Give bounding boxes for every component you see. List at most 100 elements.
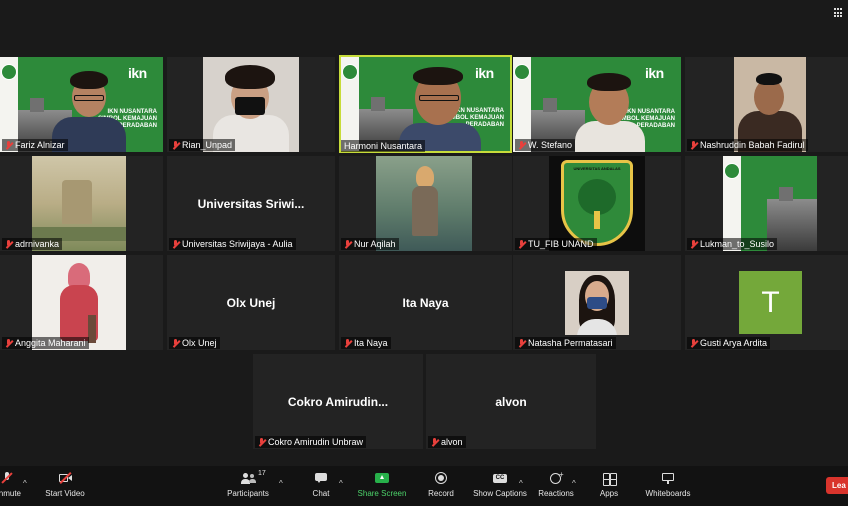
participant-label: Cokro Amirudin Unbraw — [255, 436, 367, 448]
apps-icon — [602, 472, 617, 486]
participant-tile-adrnivanka[interactable]: adrnivanka — [0, 156, 163, 251]
video-feed: ikn IKN NUSANTARA SIMBOL KEMAJUAN PERADABA… — [341, 57, 510, 151]
captions-icon: CC — [493, 472, 507, 484]
apps-button[interactable]: Apps — [596, 472, 622, 498]
video-feed — [565, 271, 629, 335]
unmute-button[interactable]: Unmute — [0, 472, 22, 498]
reactions-icon: + — [549, 470, 564, 484]
participant-label: Fariz Alnizar — [2, 139, 68, 151]
show-captions-label: Show Captions — [473, 489, 527, 498]
participant-label: Universitas Sriwijaya - Aulia — [169, 238, 296, 250]
participant-label: TU_FIB UNAND — [515, 238, 597, 250]
ikn-logo: ikn — [645, 65, 664, 81]
ikn-seal-icon — [514, 64, 530, 80]
mic-muted-icon — [344, 338, 351, 348]
whiteboards-label: Whiteboards — [645, 489, 691, 498]
mic-muted-icon — [258, 437, 265, 447]
participant-display-name: Cokro Amirudin... — [287, 394, 389, 409]
share-screen-icon — [375, 472, 389, 484]
participant-tile-lukman[interactable]: Lukman_to_Susilo — [685, 156, 848, 251]
reactions-button[interactable]: + Reactions — [536, 470, 576, 498]
participant-tile-cokro-amirudin[interactable]: Cokro Amirudin... Cokro Amirudin Unbraw — [253, 354, 423, 449]
view-grid-icon[interactable] — [834, 8, 844, 18]
participants-count: 17 — [258, 470, 266, 477]
participant-tile-universitas-sriwijaya[interactable]: Universitas Sriwi... Universitas Sriwija… — [167, 156, 335, 251]
mic-muted-icon — [690, 239, 697, 249]
record-button[interactable]: Record — [424, 472, 458, 498]
participant-tile-nur-aqilah[interactable]: Nur Aqilah — [339, 156, 512, 251]
participant-label: Anggita Maharani — [2, 337, 89, 349]
ikn-seal-icon — [1, 64, 17, 80]
participant-label: alvon — [428, 436, 466, 448]
start-video-label: Start Video — [45, 489, 85, 498]
unmute-label: Unmute — [0, 489, 21, 498]
participant-label: Rian_Unpad — [169, 139, 236, 151]
participant-tile-olx-unej[interactable]: Olx Unej Olx Unej — [167, 255, 335, 350]
video-feed: ikn IKN NUSANTARA SIMBOL KEMAJUAN PERADABA… — [0, 57, 163, 152]
slide-sidebar — [341, 57, 359, 151]
profile-picture — [376, 156, 472, 251]
avatar: T — [739, 271, 802, 334]
chat-options-caret-icon[interactable]: ^ — [339, 479, 343, 488]
mic-muted-icon — [431, 437, 438, 447]
participant-tile-harmoni-nusantara[interactable]: ikn IKN NUSANTARA SIMBOL KEMAJUAN PERADABA… — [339, 55, 512, 153]
participant-label: W. Stefano — [515, 139, 576, 151]
meeting-toolbar: Unmute ^ Start Video Participants 17 ^ C… — [0, 466, 848, 506]
share-screen-button[interactable]: Share Screen — [357, 472, 407, 498]
video-feed: ikn IKN NUSANTARA SIMBOL KEMAJUAN PERADABA… — [513, 57, 681, 152]
start-video-button[interactable]: Start Video — [44, 471, 86, 498]
leave-button[interactable]: Lea — [826, 477, 848, 494]
mic-muted-icon — [5, 338, 12, 348]
slide-sidebar — [513, 57, 531, 152]
participant-figure — [573, 273, 621, 335]
participant-label: Nashruddin Babah Fadirul — [687, 139, 808, 151]
apps-label: Apps — [599, 489, 619, 498]
participant-tile-ita-naya[interactable]: Ita Naya Ita Naya — [339, 255, 512, 350]
reactions-label: Reactions — [538, 489, 574, 498]
profile-picture — [32, 255, 126, 350]
mic-muted-icon — [5, 239, 12, 249]
participant-label: Olx Unej — [169, 337, 220, 349]
participant-display-name: alvon — [495, 394, 527, 409]
mic-muted-icon — [690, 338, 697, 348]
participant-label: Natasha Permatasari — [515, 337, 616, 349]
chat-icon — [314, 472, 328, 484]
mic-muted-icon — [172, 338, 179, 348]
ikn-seal-icon — [342, 64, 358, 80]
participant-label: Gusti Arya Ardita — [687, 337, 771, 349]
mic-muted-icon — [518, 239, 525, 249]
participant-figure — [410, 166, 440, 251]
mic-muted-icon — [5, 140, 12, 150]
mic-muted-icon — [172, 140, 179, 150]
record-label: Record — [428, 489, 454, 498]
participant-tile-w-stefano[interactable]: ikn IKN NUSANTARA SIMBOL KEMAJUAN PERADABA… — [513, 57, 681, 152]
participant-tile-alvon[interactable]: alvon alvon — [426, 354, 596, 449]
profile-picture: UNIVERSITAS ANDALAS — [549, 156, 645, 251]
mic-muted-icon — [172, 239, 179, 249]
participant-figure — [575, 73, 645, 152]
slide-sidebar — [0, 57, 18, 152]
participant-tile-fariz-alnizar[interactable]: ikn IKN NUSANTARA SIMBOL KEMAJUAN PERADABA… — [0, 57, 163, 152]
participant-tile-rian-unpad[interactable]: Rian_Unpad — [167, 57, 335, 152]
participant-label: Harmoni Nusantara — [341, 140, 426, 152]
video-off-icon — [58, 471, 72, 485]
chat-button[interactable]: Chat — [306, 472, 336, 498]
audio-options-caret-icon[interactable]: ^ — [23, 479, 27, 488]
participants-options-caret-icon[interactable]: ^ — [279, 479, 283, 488]
captions-options-caret-icon[interactable]: ^ — [519, 479, 523, 488]
video-feed — [203, 57, 299, 152]
slide-sidebar — [723, 156, 741, 251]
participant-figure — [397, 65, 483, 151]
chat-label: Chat — [312, 489, 330, 498]
whiteboards-button[interactable]: Whiteboards — [642, 472, 694, 498]
participant-tile-natasha-permatasari[interactable]: Natasha Permatasari — [513, 255, 681, 350]
reactions-options-caret-icon[interactable]: ^ — [572, 479, 576, 488]
participant-tile-tu-fib-unand[interactable]: UNIVERSITAS ANDALAS TU_FIB UNAND — [513, 156, 681, 251]
participant-tile-gusti-arya-ardita[interactable]: T Gusti Arya Ardita — [685, 255, 848, 350]
video-feed — [734, 57, 806, 152]
ikn-seal-icon — [724, 163, 740, 179]
participant-display-name: Ita Naya — [402, 295, 449, 310]
participant-display-name: Olx Unej — [226, 295, 276, 310]
participant-tile-anggita-maharani[interactable]: Anggita Maharani — [0, 255, 163, 350]
participant-tile-nashruddin[interactable]: Nashruddin Babah Fadirul — [685, 57, 848, 152]
